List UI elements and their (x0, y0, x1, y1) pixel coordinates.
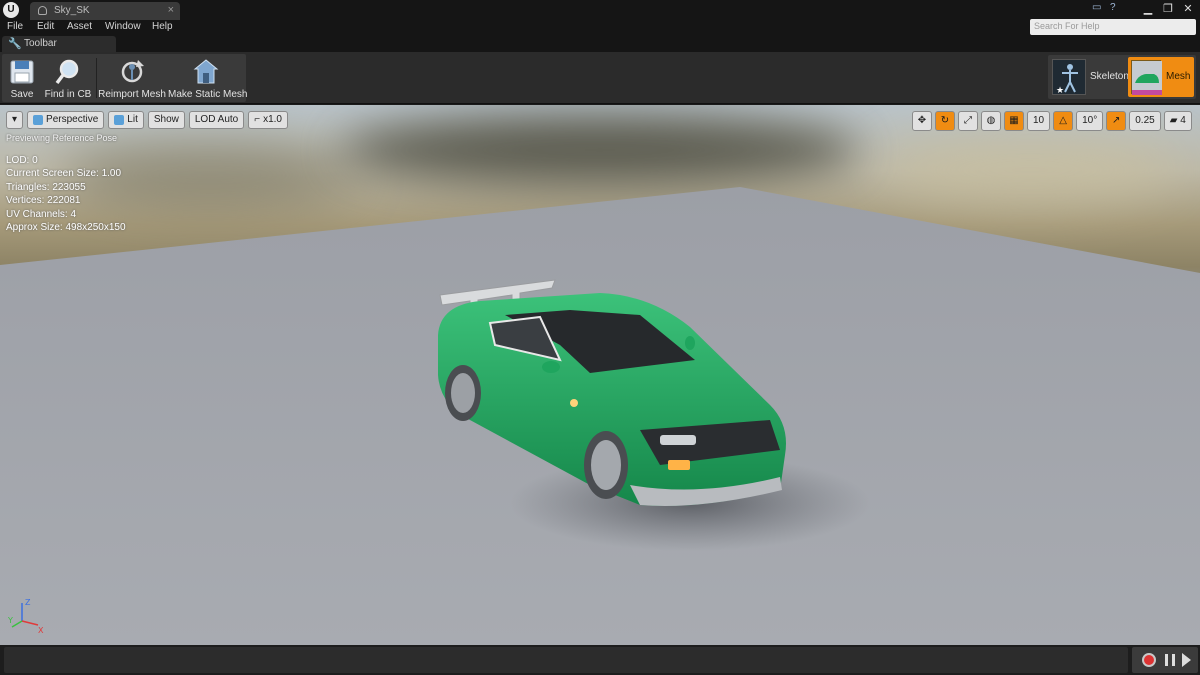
axis-gizmo-icon: Z Y X (8, 598, 44, 635)
reimport-icon (121, 60, 144, 83)
preview-scene (0, 187, 1200, 645)
rotate-mode-icon[interactable]: ↻ (935, 111, 955, 131)
mesh-thumbnail-icon (1131, 60, 1162, 95)
world-space-icon[interactable]: ◍ (981, 111, 1001, 131)
document-tab-label: Sky_SK (54, 5, 90, 16)
playback-speed-button[interactable]: ⌐ x1.0 (248, 111, 288, 129)
find-in-cb-label: Find in CB (44, 89, 92, 100)
wrench-icon: 🔧 (8, 38, 22, 50)
axis-x-label: X (38, 626, 44, 635)
mesh-mode-label: Mesh (1166, 71, 1191, 82)
close-tab-icon[interactable]: × (168, 4, 174, 16)
save-button[interactable]: Save (4, 54, 40, 102)
window-controls: ▁ ❐ ✕ (1140, 2, 1196, 16)
playback-controls (1132, 647, 1198, 673)
stat-vertices: Vertices: 222081 (6, 195, 81, 206)
reimport-mesh-label: Reimport Mesh (98, 89, 166, 100)
bottom-bar (0, 645, 1200, 675)
camera-speed-button[interactable]: ▰ 4 (1163, 111, 1192, 131)
lit-sphere-icon (114, 115, 125, 125)
toolbar-button-group: Save Find in CB Reimport Mesh Make Stati… (2, 54, 248, 102)
menu-asset[interactable]: Asset (67, 21, 92, 32)
close-button[interactable]: ✕ (1180, 2, 1196, 16)
reimport-mesh-button[interactable]: Reimport Mesh (98, 54, 166, 102)
scale-snap-icon[interactable]: ↗ (1106, 111, 1127, 131)
toolbar: Save Find in CB Reimport Mesh Make Stati… (0, 52, 1200, 104)
stat-uv-channels: UV Channels: 4 (6, 208, 77, 220)
stat-screen-size: Current Screen Size: 1.00 (6, 168, 122, 179)
grid-snap-value[interactable]: 10 (1027, 111, 1051, 131)
static-mesh-icon (193, 59, 219, 84)
skeleton-mode-button[interactable]: ★ Skeleton (1050, 57, 1129, 97)
find-magnifier-icon (55, 59, 79, 85)
axis-z-label: Z (25, 598, 31, 607)
chat-icon[interactable]: ▭ (1092, 3, 1102, 13)
grid-snap-icon[interactable]: ▦ (1004, 111, 1024, 131)
stat-lod: LOD: 0 (6, 154, 38, 166)
record-button[interactable] (1142, 653, 1156, 667)
title-bar: U Sky_SK × ▭ ? ▁ ❐ ✕ (0, 0, 1200, 20)
notification-icons: ▭ ? (1092, 3, 1120, 13)
camera-icon (33, 115, 44, 125)
camera-speed-value: 4 (1180, 115, 1186, 126)
axis-y-label: Y (8, 616, 13, 625)
lit-label: Lit (127, 114, 138, 125)
menu-edit[interactable]: Edit (37, 21, 54, 32)
svg-text:★: ★ (1056, 86, 1064, 96)
translate-mode-icon[interactable]: ✥ (912, 111, 932, 131)
playback-speed-label: x1.0 (263, 114, 282, 125)
stat-triangles: Triangles: 223055 (6, 181, 86, 193)
scale-mode-icon[interactable]: ⤢ (958, 111, 978, 131)
skeleton-thumbnail-icon: ★ (1052, 59, 1086, 96)
skeleton-mode-label: Skeleton (1090, 71, 1129, 82)
mesh-stats-overlay: Previewing Reference Pose LOD: 0 Current… (6, 132, 126, 235)
perspective-button[interactable]: Perspective (27, 111, 105, 129)
toolbar-separator (96, 58, 97, 98)
editor-mode-group: ★ Skeleton Mesh (1048, 55, 1196, 99)
menu-bar: File Edit Asset Window Help (0, 20, 1200, 36)
lit-button[interactable]: Lit (108, 111, 144, 129)
toolbar-tab-row: 🔧 Toolbar (0, 36, 1200, 52)
play-button[interactable] (1182, 653, 1191, 667)
maximize-button[interactable]: ❐ (1160, 2, 1176, 16)
timeline-area[interactable] (4, 647, 1128, 673)
menu-window[interactable]: Window (105, 21, 141, 32)
help-search-input[interactable]: Search For Help (1030, 19, 1196, 35)
viewport-options-button[interactable]: ▾ (6, 111, 24, 129)
perspective-label: Perspective (46, 114, 99, 125)
preview-note: Previewing Reference Pose (6, 133, 118, 143)
speed-icon: ⌐ (254, 114, 261, 125)
make-static-mesh-label: Make Static Mesh (168, 89, 248, 100)
unreal-logo-icon: U (3, 2, 19, 18)
camera-speed-icon: ▰ (1169, 115, 1181, 126)
document-tab[interactable]: Sky_SK × (30, 2, 180, 20)
find-in-cb-button[interactable]: Find in CB (42, 54, 94, 102)
viewport-toolbar-right: ✥ ↻ ⤢ ◍ ▦ 10 △ 10° ↗ 0.25 ▰ 4 (912, 111, 1192, 131)
toolbar-tab-label: Toolbar (24, 38, 57, 49)
show-button[interactable]: Show (147, 111, 185, 129)
lod-button[interactable]: LOD Auto (188, 111, 245, 129)
minimize-button[interactable]: ▁ (1140, 2, 1156, 16)
stat-approx-size: Approx Size: 498x250x150 (6, 222, 126, 233)
help-icon[interactable]: ? (1110, 3, 1120, 13)
toolbar-tab[interactable]: 🔧 Toolbar (2, 36, 116, 52)
pause-button[interactable] (1165, 654, 1175, 666)
menu-file[interactable]: File (7, 21, 23, 32)
make-static-mesh-button[interactable]: Make Static Mesh (168, 54, 248, 102)
rotation-snap-value[interactable]: 10° (1076, 111, 1104, 131)
save-label: Save (10, 89, 34, 100)
mesh-mode-button[interactable]: Mesh (1128, 57, 1194, 97)
menu-help[interactable]: Help (152, 21, 173, 32)
save-icon (10, 60, 34, 84)
rotation-snap-icon[interactable]: △ (1053, 111, 1074, 131)
viewport-toolbar-left: ▾ Perspective Lit Show LOD Auto ⌐ x1.0 (6, 111, 288, 129)
viewport[interactable]: ▾ Perspective Lit Show LOD Auto ⌐ x1.0 ✥… (0, 105, 1200, 645)
scale-snap-value[interactable]: 0.25 (1129, 111, 1161, 131)
skeletal-mesh-icon (38, 6, 47, 15)
